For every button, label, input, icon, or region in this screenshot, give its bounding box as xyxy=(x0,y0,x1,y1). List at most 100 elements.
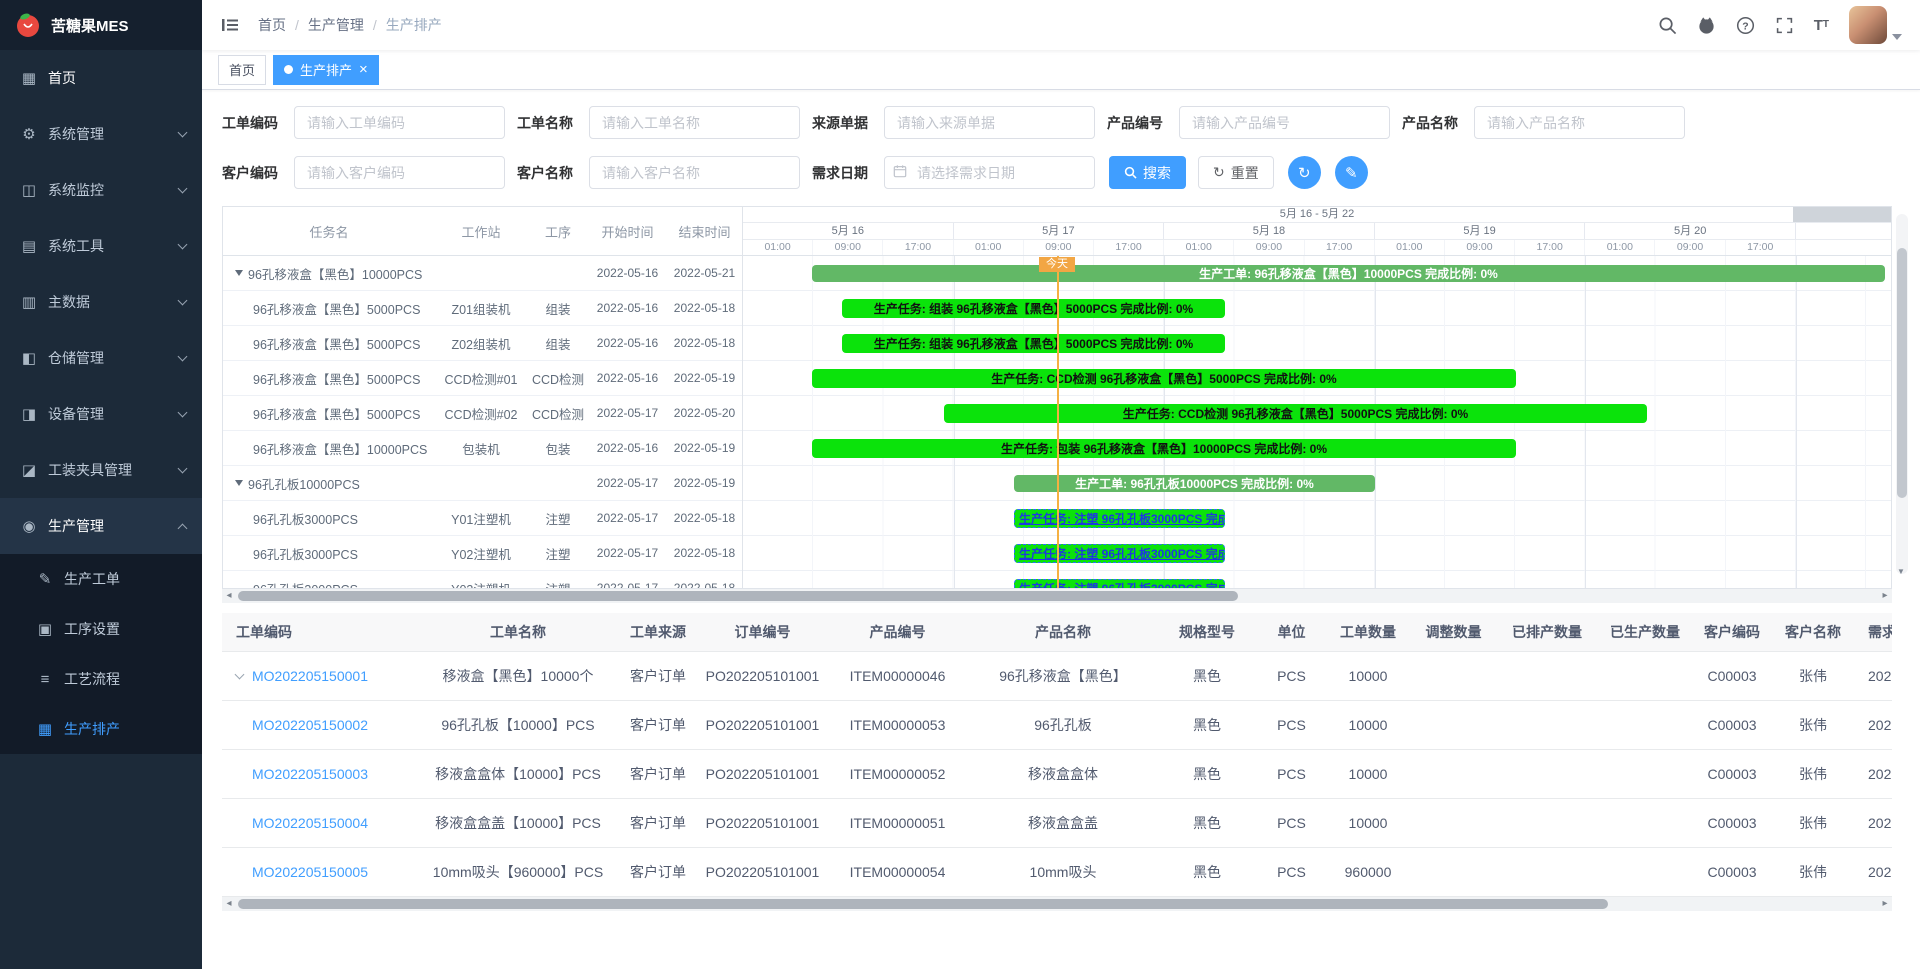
collapse-triangle-icon[interactable] xyxy=(235,480,243,486)
orders-horizontal-scrollbar[interactable]: ◂ ▸ xyxy=(222,897,1892,911)
edit-button[interactable]: ✎ xyxy=(1335,156,1368,189)
gantt-task-row[interactable]: 96孔孔板3000PCSY01注塑机注塑2022-05-172022-05-18 xyxy=(223,501,742,536)
sidebar-subitem-0[interactable]: ✎生产工单 xyxy=(0,554,202,604)
orders-table-header: 工单编码工单名称工单来源订单编号产品编号产品名称规格型号单位工单数量调整数量已排… xyxy=(222,613,1892,651)
sidebar-item-6[interactable]: ◨设备管理 xyxy=(0,386,202,442)
refresh-button[interactable]: ↻ xyxy=(1288,156,1321,189)
filter-input-r1-2[interactable] xyxy=(884,106,1095,139)
order-id-link[interactable]: MO202205150005 xyxy=(252,864,368,880)
filter-input-r1-4[interactable] xyxy=(1474,106,1685,139)
gantt-task-row[interactable]: 96孔孔板10000PCS2022-05-172022-05-19 xyxy=(223,466,742,501)
today-line xyxy=(1057,256,1059,588)
gantt-task-row[interactable]: 96孔移液盒【黑色】5000PCSZ02组装机组装2022-05-162022-… xyxy=(223,326,742,361)
gantt-task-row[interactable]: 96孔移液盒【黑色】5000PCSCCD检测#02CCD检测2022-05-17… xyxy=(223,396,742,431)
tab-0[interactable]: 首页 xyxy=(218,55,266,85)
order-cell: 张伟 xyxy=(1770,798,1856,847)
sidebar-subitem-3[interactable]: ▦生产排产 xyxy=(0,704,202,754)
filter-input-r2-0[interactable] xyxy=(294,156,505,189)
order-id-link[interactable]: MO202205150004 xyxy=(252,815,368,831)
breadcrumb-item[interactable]: 生产管理 xyxy=(308,15,364,35)
orders-col-header: 订单编号 xyxy=(698,613,827,651)
gantt-vscroll-thumb[interactable] xyxy=(1897,248,1907,498)
order-cell: MO202205150004 xyxy=(222,798,418,847)
logo[interactable]: 苦糖果MES xyxy=(0,0,202,50)
fullscreen-icon[interactable] xyxy=(1775,16,1794,35)
search-button[interactable]: 搜索 xyxy=(1109,156,1186,189)
gantt-task-bar[interactable]: 生产任务: 注塑 96孔孔板3000PCS 完成比例: 0% xyxy=(1014,544,1225,563)
gantt-task-row[interactable]: 96孔孔板3000PCSY03注塑机注塑2022-05-172022-05-18 xyxy=(223,571,742,588)
navbar-actions: ? TT xyxy=(1658,6,1902,44)
avatar[interactable] xyxy=(1849,6,1887,44)
sidebar-subitem-1[interactable]: ▣工序设置 xyxy=(0,604,202,654)
gantt-task-bar[interactable]: 生产任务: 组装 96孔移液盒【黑色】5000PCS 完成比例: 0% xyxy=(842,299,1225,318)
gantt-task-end: 2022-05-18 xyxy=(666,511,743,525)
order-id-link[interactable]: MO202205150002 xyxy=(252,717,368,733)
sidebar-item-2[interactable]: ◫系统监控 xyxy=(0,162,202,218)
tab-bar: 首页生产排产× xyxy=(202,50,1920,90)
sidebar-item-8[interactable]: ◉生产管理 xyxy=(0,498,202,554)
gantt-task-bar[interactable]: 生产任务: CCD检测 96孔移液盒【黑色】5000PCS 完成比例: 0% xyxy=(944,404,1647,423)
gantt-task-row[interactable]: 96孔移液盒【黑色】5000PCSCCD检测#01CCD检测2022-05-16… xyxy=(223,361,742,396)
collapse-triangle-icon[interactable] xyxy=(235,270,243,276)
expand-chevron-icon[interactable] xyxy=(235,669,245,679)
gantt-task-bar[interactable]: 生产任务: 注塑 96孔孔板3000PCS 完成比例: 0% xyxy=(1014,579,1225,588)
flow-icon: ≡ xyxy=(34,671,56,688)
order-cell: 客户订单 xyxy=(618,700,698,749)
sidebar-subitem-label: 工艺流程 xyxy=(64,669,186,689)
order-id-link[interactable]: MO202205150001 xyxy=(252,668,368,684)
sidebar-item-4[interactable]: ▥主数据 xyxy=(0,274,202,330)
sidebar-item-0[interactable]: ▦首页 xyxy=(0,50,202,106)
gantt-horizontal-scrollbar[interactable]: ◂ ▸ xyxy=(222,589,1892,603)
filter-input-r2-1[interactable] xyxy=(589,156,800,189)
sidebar-item-1[interactable]: ⚙系统管理 xyxy=(0,106,202,162)
scroll-down-icon[interactable]: ▼ xyxy=(1897,567,1905,576)
font-size-icon[interactable]: TT xyxy=(1814,18,1829,33)
orders-hscroll-thumb[interactable] xyxy=(238,899,1608,909)
gantt-task-bar[interactable]: 生产任务: 组装 96孔移液盒【黑色】5000PCS 完成比例: 0% xyxy=(842,334,1225,353)
filter-input-r1-3[interactable] xyxy=(1179,106,1390,139)
gantt-hscroll-thumb[interactable] xyxy=(238,591,1238,601)
order-cell: MO202205150001 xyxy=(222,651,418,700)
breadcrumb-item[interactable]: 首页 xyxy=(258,15,286,35)
gantt-task-row[interactable]: 96孔孔板3000PCSY02注塑机注塑2022-05-172022-05-18 xyxy=(223,536,742,571)
gantt-task-process: 注塑 xyxy=(527,544,589,563)
gantt-task-name: 96孔移液盒【黑色】10000PCS xyxy=(223,264,435,283)
github-icon[interactable] xyxy=(1697,16,1716,35)
reset-button[interactable]: ↻ 重置 xyxy=(1198,156,1274,189)
sidebar-item-5[interactable]: ◧仓储管理 xyxy=(0,330,202,386)
filter-input-r2-2[interactable] xyxy=(884,156,1095,189)
scroll-right-icon[interactable]: ▸ xyxy=(1878,897,1892,911)
user-menu[interactable] xyxy=(1849,6,1902,44)
gantt-task-station: CCD检测#01 xyxy=(435,369,527,388)
gantt-vertical-scrollbar[interactable]: ▼ xyxy=(1896,214,1908,574)
orders-col-header: 已排产数量 xyxy=(1498,613,1596,651)
sidebar-item-7[interactable]: ◪工装夹具管理 xyxy=(0,442,202,498)
gantt-task-row[interactable]: 96孔移液盒【黑色】10000PCS包装机包装2022-05-162022-05… xyxy=(223,431,742,466)
gantt-task-bar[interactable]: 生产任务: 包装 96孔移液盒【黑色】10000PCS 完成比例: 0% xyxy=(812,439,1516,458)
gantt-task-row[interactable]: 96孔移液盒【黑色】10000PCS2022-05-162022-05-21 xyxy=(223,256,742,291)
gantt-task-bar[interactable]: 生产任务: CCD检测 96孔移液盒【黑色】5000PCS 完成比例: 0% xyxy=(812,369,1516,388)
sidebar-subitem-2[interactable]: ≡ 工艺流程 xyxy=(0,654,202,704)
tab-close-icon[interactable]: × xyxy=(359,62,368,77)
gantt-task-bar[interactable]: 生产任务: 注塑 96孔孔板3000PCS 完成比例: 0% xyxy=(1014,509,1225,528)
sidebar-item-3[interactable]: ▤系统工具 xyxy=(0,218,202,274)
filter-input-r1-1[interactable] xyxy=(589,106,800,139)
refresh-icon: ↻ xyxy=(1298,164,1311,182)
sidebar-toggle-icon[interactable] xyxy=(220,15,240,35)
scroll-right-icon[interactable]: ▸ xyxy=(1878,589,1892,603)
order-id-link[interactable]: MO202205150003 xyxy=(252,766,368,782)
search-icon[interactable] xyxy=(1658,16,1677,35)
sidebar-menu: ▦首页⚙系统管理◫系统监控▤系统工具▥主数据◧仓储管理◨设备管理◪工装夹具管理◉… xyxy=(0,50,202,754)
gantt-hour-cell: 09:00 xyxy=(1445,240,1515,255)
gantt-order-bar[interactable]: 生产工单: 96孔孔板10000PCS 完成比例: 0% xyxy=(1014,475,1375,492)
help-icon[interactable]: ? xyxy=(1736,16,1755,35)
filter-input-r1-0[interactable] xyxy=(294,106,505,139)
gantt-task-name-text: 96孔孔板3000PCS xyxy=(253,579,358,589)
scroll-left-icon[interactable]: ◂ xyxy=(222,897,236,911)
tab-1[interactable]: 生产排产× xyxy=(273,55,379,85)
scroll-left-icon[interactable]: ◂ xyxy=(222,589,236,603)
gantt-task-row[interactable]: 96孔移液盒【黑色】5000PCSZ01组装机组装2022-05-162022-… xyxy=(223,291,742,326)
gantt-order-bar[interactable]: 生产工单: 96孔移液盒【黑色】10000PCS 完成比例: 0% xyxy=(812,265,1885,282)
gantt-task-start: 2022-05-16 xyxy=(589,266,666,280)
pencil-icon: ✎ xyxy=(1345,164,1358,182)
